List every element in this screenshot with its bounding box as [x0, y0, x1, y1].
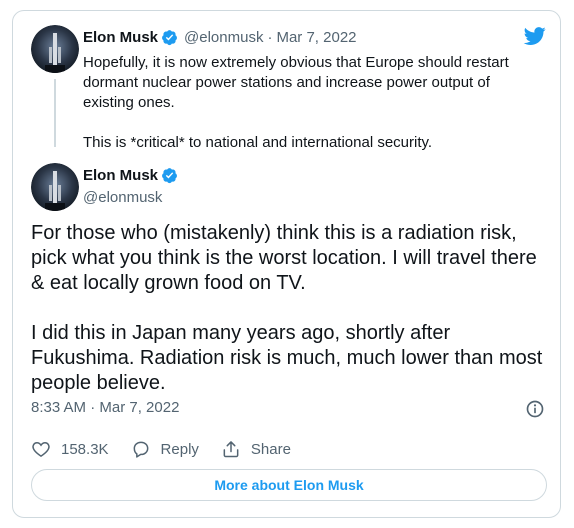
- quoted-paragraph: Hopefully, it is now extremely obvious t…: [83, 54, 509, 111]
- main-paragraph: I did this in Japan many years ago, shor…: [31, 322, 543, 394]
- verified-badge-icon: [162, 30, 177, 46]
- like-count: 158.3K: [61, 440, 109, 458]
- share-label: Share: [250, 440, 291, 458]
- tweet-actions: 158.3K Reply Share: [31, 437, 313, 461]
- verified-badge-icon: [162, 168, 177, 184]
- author-name[interactable]: Elon Musk: [83, 29, 158, 46]
- avatar-main[interactable]: [31, 163, 79, 211]
- share-button[interactable]: Share: [221, 439, 291, 459]
- heart-icon: [32, 441, 50, 457]
- reply-bubble-icon: [133, 441, 148, 458]
- quoted-tweet-text: Hopefully, it is now extremely obvious t…: [83, 53, 523, 153]
- tweet-embed-card: Elon Musk @elonmusk · Mar 7, 2022 Hopefu…: [12, 10, 561, 518]
- reply-label: Reply: [160, 440, 199, 458]
- separator-dot: ·: [267, 29, 273, 46]
- quoted-header: Elon Musk @elonmusk · Mar 7, 2022: [83, 29, 357, 46]
- reply-button[interactable]: Reply: [131, 439, 199, 459]
- author-handle[interactable]: @elonmusk: [184, 29, 263, 46]
- tweet-timestamp[interactable]: 8:33 AM · Mar 7, 2022: [31, 399, 179, 416]
- main-paragraph: For those who (mistakenly) think this is…: [31, 222, 537, 294]
- avatar-quoted[interactable]: [31, 25, 79, 73]
- info-icon[interactable]: [525, 399, 545, 419]
- main-tweet-text: For those who (mistakenly) think this is…: [31, 221, 546, 396]
- main-header: Elon Musk: [83, 167, 178, 184]
- thread-connector-line: [54, 79, 56, 147]
- quoted-paragraph: This is *critical* to national and inter…: [83, 134, 433, 151]
- tweet-date[interactable]: Mar 7, 2022: [276, 29, 356, 46]
- like-button[interactable]: 158.3K: [31, 439, 109, 459]
- author-name[interactable]: Elon Musk: [83, 167, 158, 184]
- more-about-button[interactable]: More about Elon Musk: [31, 469, 547, 501]
- share-icon: [223, 441, 239, 458]
- author-handle[interactable]: @elonmusk: [83, 189, 162, 206]
- twitter-bird-icon[interactable]: [523, 25, 547, 47]
